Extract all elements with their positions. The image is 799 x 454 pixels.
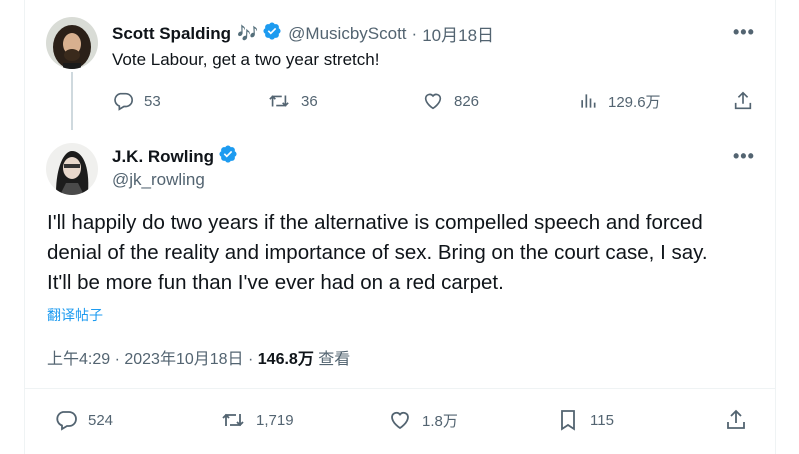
tweet-meta: 上午4:29 · 2023年10月18日 · 146.8万 查看 <box>47 345 350 369</box>
reply-button[interactable]: 53 <box>112 90 161 112</box>
heart-icon <box>391 411 409 430</box>
views-label: 查看 <box>313 351 351 368</box>
share-button[interactable] <box>724 408 748 432</box>
bookmark-button[interactable]: 115 <box>556 408 614 432</box>
avatar-scott[interactable] <box>46 17 98 69</box>
author-handle[interactable]: @MusicbyScott <box>288 24 406 44</box>
author-handle[interactable]: @jk_rowling <box>112 170 205 190</box>
thread-connector <box>71 72 73 130</box>
reply-icon <box>114 92 133 111</box>
verified-badge-icon <box>218 144 238 169</box>
retweet-button[interactable]: 1,719 <box>220 408 294 432</box>
separator: · <box>411 23 418 43</box>
share-button[interactable] <box>732 90 754 112</box>
retweet-icon <box>222 413 244 427</box>
divider <box>24 388 776 389</box>
retweet-icon <box>269 95 289 107</box>
like-button[interactable]: 826 <box>422 90 479 112</box>
share-icon <box>734 91 752 110</box>
like-count: 1.8万 <box>422 412 458 430</box>
reply-count: 53 <box>144 92 161 110</box>
views-icon <box>581 94 596 108</box>
tweet-body: I'll happily do two years if the alterna… <box>47 208 767 298</box>
share-icon <box>727 409 745 429</box>
reply-text: Vote Labour, get a two year stretch! <box>112 50 380 69</box>
author-emoji: 🎶 <box>237 23 259 43</box>
main-header: J.K. Rowling <box>112 144 238 169</box>
like-count: 826 <box>454 92 480 110</box>
more-icon[interactable]: ••• <box>733 146 755 167</box>
reply-icon <box>56 411 77 431</box>
tweet-line: denial of the reality and importance of … <box>47 241 708 264</box>
reply-button[interactable]: 524 <box>54 408 113 432</box>
retweet-count: 36 <box>301 92 318 110</box>
retweet-button[interactable]: 36 <box>267 90 318 112</box>
author-name[interactable]: J.K. Rowling <box>112 147 214 167</box>
retweet-count: 1,719 <box>256 411 294 429</box>
translate-post-link[interactable]: 翻译帖子 <box>47 305 103 325</box>
tweet-timestamp[interactable]: 上午4:29 · 2023年10月18日 · <box>47 351 258 368</box>
reply-header: Scott Spalding 🎶 @MusicbyScott · 10月18日 <box>112 21 494 46</box>
heart-icon <box>424 93 442 110</box>
more-icon[interactable]: ••• <box>733 22 755 43</box>
views-button[interactable]: 129.6万 <box>578 90 661 112</box>
views-count: 146.8万 <box>257 351 314 368</box>
avatar-jk-rowling[interactable] <box>46 143 98 195</box>
author-name[interactable]: Scott Spalding <box>112 24 231 44</box>
bookmark-count: 115 <box>590 411 614 429</box>
tweet-line: It'll be more fun than I've ever had on … <box>47 271 504 294</box>
like-button[interactable]: 1.8万 <box>388 408 458 432</box>
bookmark-icon <box>561 410 575 431</box>
verified-badge-icon <box>262 21 282 46</box>
reply-count: 524 <box>88 411 114 429</box>
tweet-date[interactable]: 10月18日 <box>422 21 494 46</box>
tweet-line: I'll happily do two years if the alterna… <box>47 211 703 234</box>
views-count: 129.6万 <box>608 93 661 111</box>
